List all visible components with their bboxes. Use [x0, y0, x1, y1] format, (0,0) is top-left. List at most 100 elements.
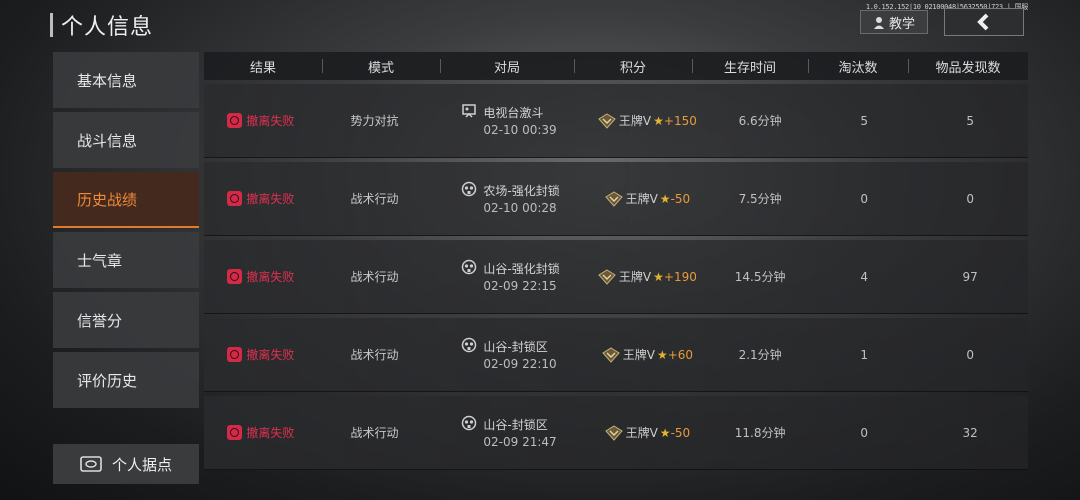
- survival-time-cell: 11.8分钟: [734, 426, 786, 440]
- match-time: 02-10 00:28: [483, 201, 557, 215]
- result-text: 撤离失败: [246, 114, 295, 128]
- eliminations-cell: 1: [860, 347, 869, 362]
- mode-cell: 战术行动: [350, 192, 399, 206]
- match-time: 02-09 21:47: [483, 435, 557, 449]
- result-cell: 撤离失败: [204, 424, 318, 441]
- star-icon: ★: [653, 269, 664, 284]
- match-history-table: 结果 模式 对局 积分 生存时间 淘汰数 物品发现数 撤离失败 势力对抗 电视台…: [204, 52, 1028, 470]
- base-icon: [80, 456, 102, 472]
- gasmask-icon: [462, 181, 477, 197]
- tutorial-label: 教学: [888, 16, 915, 32]
- result-text: 撤离失败: [246, 192, 295, 206]
- fail-icon: [227, 269, 243, 284]
- sidebar-item-label: 基本信息: [77, 71, 138, 90]
- chevron-left-icon: [977, 13, 989, 31]
- map-name: 电视台激斗: [483, 106, 544, 120]
- eliminations-cell: 0: [860, 425, 869, 440]
- map-name: 山谷-强化封锁: [483, 262, 560, 276]
- eliminations-cell: 0: [860, 191, 869, 206]
- fail-icon: [227, 191, 243, 206]
- sidebar-item-label: 战斗信息: [77, 131, 138, 150]
- items-found-cell: 97: [962, 269, 978, 284]
- map-name: 山谷-封锁区: [483, 340, 548, 354]
- personal-base-label: 个人据点: [111, 455, 172, 474]
- table-row[interactable]: 撤离失败 战术行动 山谷-封锁区 02-09 22:10 王牌V ★ +60 2.1分…: [204, 318, 1028, 392]
- fail-icon: [227, 425, 243, 440]
- result-cell: 撤离失败: [204, 190, 318, 207]
- table-row[interactable]: 撤离失败 战术行动 山谷-强化封锁 02-09 22:15 王牌V ★ +190 14…: [204, 240, 1028, 314]
- result-text: 撤离失败: [246, 426, 295, 440]
- result-cell: 撤离失败: [204, 346, 318, 363]
- table-row[interactable]: 撤离失败 势力对抗 电视台激斗 02-10 00:39 王牌V ★ +150 6.6分…: [204, 84, 1028, 158]
- sidebar-item-label: 士气章: [77, 251, 123, 270]
- tutorial-button[interactable]: 教学: [860, 10, 928, 34]
- gasmask-icon: [462, 337, 477, 353]
- person-icon: [873, 16, 884, 29]
- sidebar: 基本信息 战斗信息 历史战绩 士气章 信誉分 评价历史: [53, 52, 199, 412]
- score-cell: 王牌V ★ +190: [591, 268, 705, 285]
- match-cell: 山谷-强化封锁 02-09 22:15: [431, 259, 590, 293]
- sidebar-item-label: 评价历史: [77, 371, 138, 390]
- result-cell: 撤离失败: [204, 268, 318, 285]
- score-delta: +150: [663, 113, 697, 128]
- items-found-cell: 32: [962, 425, 978, 440]
- survival-time-cell: 7.5分钟: [738, 192, 782, 206]
- sidebar-item-label: 历史战绩: [77, 190, 138, 209]
- items-found-cell: 0: [966, 347, 974, 362]
- fail-icon: [227, 347, 243, 362]
- rank-label: 王牌V: [618, 270, 652, 284]
- tv-tower-icon: [462, 104, 477, 118]
- survival-time-cell: 2.1分钟: [738, 348, 782, 362]
- sidebar-item-morale-badge[interactable]: 士气章: [53, 232, 199, 288]
- sidebar-item-review-history[interactable]: 评价历史: [53, 352, 199, 408]
- score-delta: +190: [663, 269, 697, 284]
- result-text: 撤离失败: [246, 348, 295, 362]
- table-row[interactable]: 撤离失败 战术行动 山谷-封锁区 02-09 21:47 王牌V ★ -50 11.8…: [204, 396, 1028, 470]
- match-time: 02-09 22:15: [483, 279, 557, 293]
- personal-base-button[interactable]: 个人据点: [53, 444, 199, 484]
- survival-time-cell: 6.6分钟: [738, 114, 782, 128]
- star-icon: ★: [659, 191, 671, 206]
- mode-cell: 战术行动: [350, 348, 399, 362]
- map-name: 农场-强化封锁: [483, 184, 560, 198]
- eliminations-cell: 4: [860, 269, 869, 284]
- gasmask-icon: [462, 259, 477, 275]
- rank-badge-icon: [601, 346, 620, 363]
- rank-badge-icon: [604, 190, 623, 207]
- back-button[interactable]: [944, 8, 1024, 36]
- score-delta: +60: [667, 347, 694, 362]
- mode-cell: 战术行动: [350, 426, 399, 440]
- page-title: 个人信息: [61, 15, 154, 40]
- rank-label: 王牌V: [625, 192, 658, 206]
- score-cell: 王牌V ★ +150: [591, 112, 705, 129]
- result-text: 撤离失败: [246, 270, 295, 284]
- score-delta: -50: [670, 425, 691, 440]
- sidebar-item-battle-info[interactable]: 战斗信息: [53, 112, 199, 168]
- match-time: 02-09 22:10: [483, 357, 557, 371]
- match-cell: 山谷-封锁区 02-09 21:47: [431, 415, 590, 449]
- star-icon: ★: [659, 425, 671, 440]
- result-cell: 撤离失败: [204, 112, 318, 129]
- score-delta: -50: [670, 191, 691, 206]
- star-icon: ★: [656, 347, 668, 362]
- match-cell: 电视台激斗 02-10 00:39: [431, 104, 590, 137]
- mode-cell: 势力对抗: [350, 114, 399, 128]
- column-header-mode: 模式: [322, 57, 440, 76]
- sidebar-item-credit-score[interactable]: 信誉分: [53, 292, 199, 348]
- sidebar-item-label: 信誉分: [77, 311, 123, 330]
- star-icon: ★: [653, 113, 664, 128]
- column-header-items-found: 物品发现数: [908, 57, 1028, 76]
- gasmask-icon: [462, 415, 477, 431]
- items-found-cell: 0: [966, 191, 974, 206]
- sidebar-item-basic-info[interactable]: 基本信息: [53, 52, 199, 108]
- column-header-score: 积分: [574, 57, 692, 76]
- items-found-cell: 5: [966, 113, 974, 128]
- table-row[interactable]: 撤离失败 战术行动 农场-强化封锁 02-10 00:28 王牌V ★ -50 7.5…: [204, 162, 1028, 236]
- sidebar-item-match-history[interactable]: 历史战绩: [53, 172, 199, 228]
- table-header: 结果 模式 对局 积分 生存时间 淘汰数 物品发现数: [204, 52, 1028, 80]
- column-header-result: 结果: [249, 60, 276, 76]
- rank-badge-icon: [598, 268, 616, 285]
- rank-label: 王牌V: [618, 114, 652, 128]
- match-time: 02-10 00:39: [483, 123, 557, 137]
- match-cell: 山谷-封锁区 02-09 22:10: [431, 337, 590, 371]
